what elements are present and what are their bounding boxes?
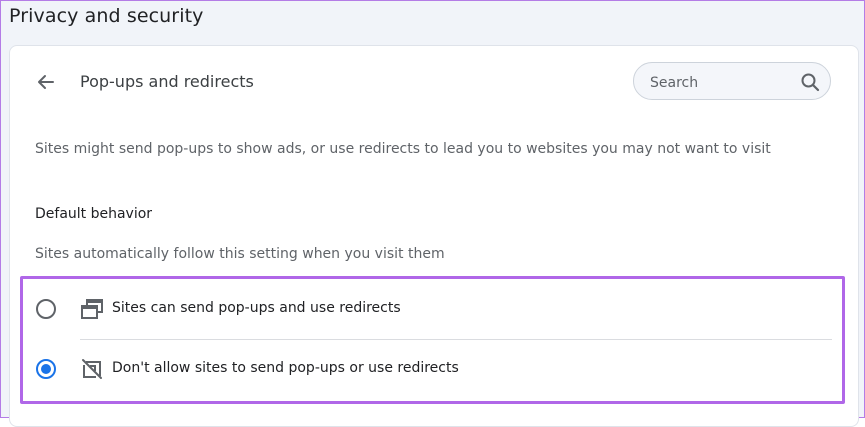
- default-behavior-description: Sites automatically follow this setting …: [35, 246, 445, 262]
- popup-blocked-icon: [82, 359, 102, 379]
- back-button[interactable]: [30, 66, 62, 98]
- page-description: Sites might send pop-ups to show ads, or…: [35, 141, 771, 157]
- search-box[interactable]: [633, 62, 831, 100]
- radio-block-popups[interactable]: [36, 359, 56, 379]
- search-icon[interactable]: [800, 72, 820, 92]
- arrow-left-icon: [38, 75, 54, 89]
- option-allow-popups-label: Sites can send pop-ups and use redirects: [112, 300, 401, 316]
- option-block-popups[interactable]: Don't allow sites to send pop-ups or use…: [24, 340, 834, 398]
- section-title: Privacy and security: [9, 5, 204, 27]
- radio-allow-popups[interactable]: [36, 299, 56, 319]
- search-input[interactable]: [648, 72, 792, 94]
- page-title: Pop-ups and redirects: [80, 72, 254, 91]
- settings-window: Privacy and security Pop-ups and redirec…: [0, 0, 865, 427]
- settings-card: Pop-ups and redirects Sites might send p…: [9, 45, 859, 427]
- popup-windows-icon: [81, 299, 103, 319]
- option-allow-popups[interactable]: Sites can send pop-ups and use redirects: [24, 280, 834, 338]
- option-block-popups-label: Don't allow sites to send pop-ups or use…: [112, 360, 459, 376]
- default-behavior-heading: Default behavior: [35, 206, 153, 222]
